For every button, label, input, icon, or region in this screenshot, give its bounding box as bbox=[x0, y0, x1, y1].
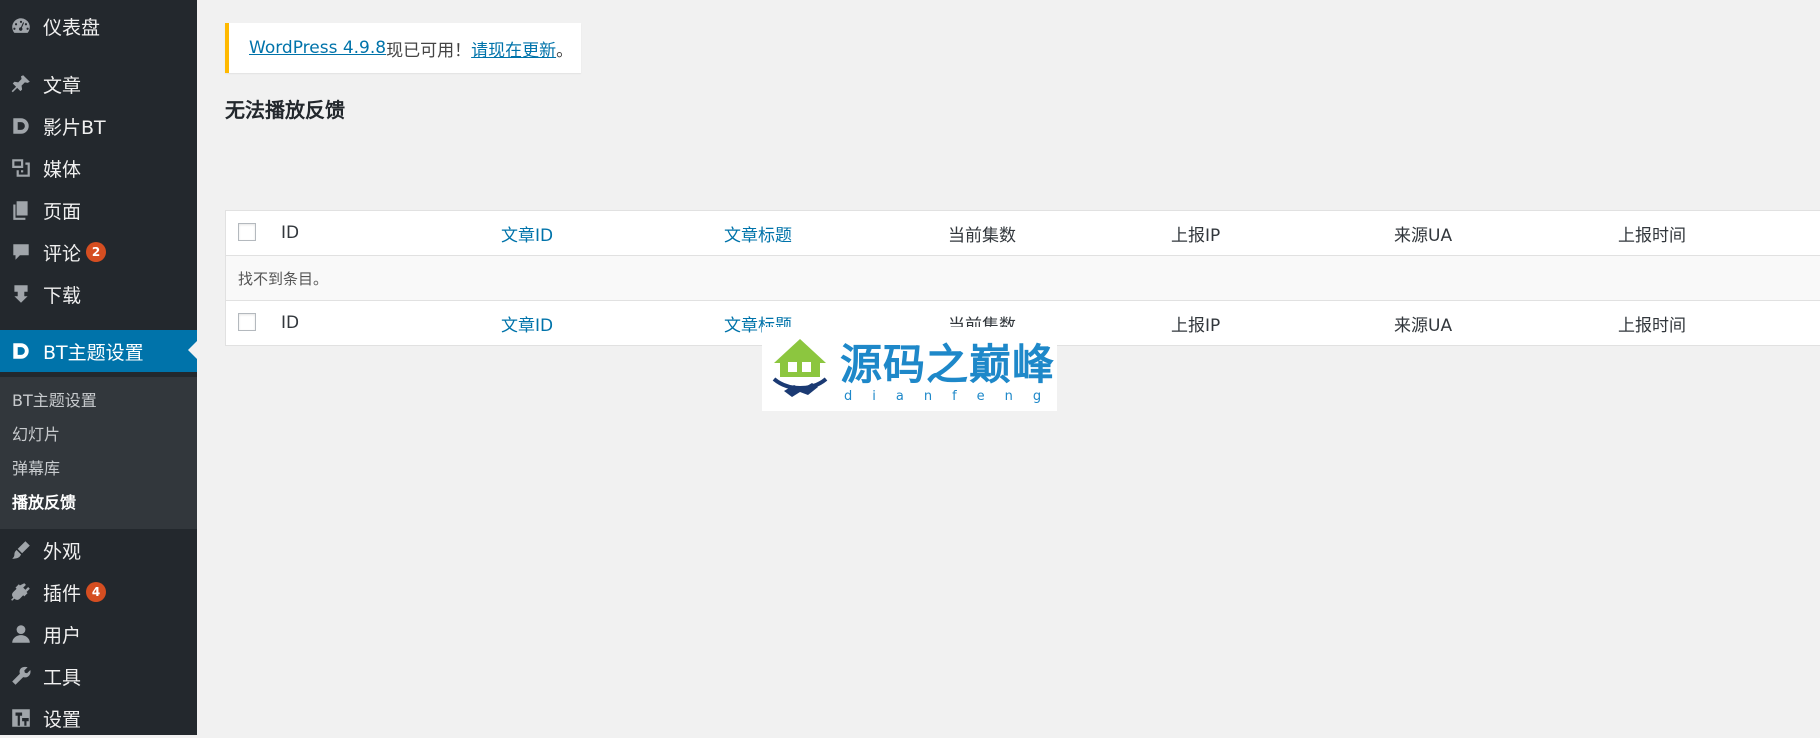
menu-settings[interactable]: 设置 bbox=[0, 698, 197, 738]
settings-icon bbox=[9, 706, 33, 730]
submenu-bt-theme: BT主题设置 幻灯片 弹幕库 播放反馈 bbox=[0, 377, 197, 529]
menu-label: 工具 bbox=[43, 666, 82, 689]
menu-label: 评论 bbox=[43, 242, 82, 265]
submenu-item-bt-theme-settings[interactable]: BT主题设置 bbox=[12, 387, 97, 411]
user-icon bbox=[9, 622, 33, 646]
column-current-episode: 当前集数 bbox=[948, 225, 1016, 246]
pages-icon bbox=[9, 198, 33, 222]
menu-users[interactable]: 用户 bbox=[0, 614, 197, 654]
menu-plugins[interactable]: 插件 4 bbox=[0, 572, 197, 612]
submenu-item-slides[interactable]: 幻灯片 bbox=[12, 421, 60, 445]
column-source-ua: 来源UA bbox=[1394, 225, 1453, 246]
feedback-table: ID 文章ID 文章标题 当前集数 上报IP 来源UA 上报时间 找不到条目。 … bbox=[225, 210, 1820, 346]
column-report-ip: 上报IP bbox=[1171, 225, 1221, 246]
menu-appearance[interactable]: 外观 bbox=[0, 530, 197, 570]
dashboard-icon bbox=[9, 14, 33, 38]
menu-label: 文章 bbox=[43, 74, 82, 97]
empty-row: 找不到条目。 bbox=[226, 256, 1820, 301]
plugin-update-badge: 4 bbox=[86, 582, 107, 602]
column-report-time: 上报时间 bbox=[1618, 315, 1686, 336]
column-source-ua: 来源UA bbox=[1394, 315, 1453, 336]
menu-film-bt[interactable]: 影片BT bbox=[0, 106, 197, 146]
submenu-item-playback-feedback[interactable]: 播放反馈 bbox=[12, 489, 76, 513]
menu-label: 插件 bbox=[43, 582, 82, 605]
menu-pages[interactable]: 页面 bbox=[0, 190, 197, 230]
column-report-time: 上报时间 bbox=[1618, 225, 1686, 246]
pin-icon bbox=[9, 72, 33, 96]
admin-sidebar: 仪表盘 文章 影片BT 媒体 页面 评论 2 下载 BT主题设置 BT主题设置 … bbox=[0, 0, 197, 735]
watermark-title: 源码之巅峰 bbox=[840, 340, 1056, 389]
menu-bt-theme-settings[interactable]: BT主题设置 bbox=[0, 330, 197, 372]
plugin-icon bbox=[9, 580, 33, 604]
menu-comments[interactable]: 评论 2 bbox=[0, 232, 197, 272]
menu-media[interactable]: 媒体 bbox=[0, 148, 197, 188]
page-title: 无法播放反馈 bbox=[225, 98, 345, 122]
watermark-subtitle: dianfeng bbox=[844, 389, 1062, 404]
download-icon bbox=[9, 282, 33, 306]
wrench-icon bbox=[9, 664, 33, 688]
menu-label: 页面 bbox=[43, 200, 82, 223]
wordpress-version-link[interactable]: WordPress 4.9.8 bbox=[249, 38, 386, 58]
d-logo-icon bbox=[9, 114, 33, 138]
column-id: ID bbox=[281, 223, 300, 243]
menu-label: 仪表盘 bbox=[43, 16, 101, 39]
notice-end: 。 bbox=[556, 40, 574, 61]
menu-download[interactable]: 下载 bbox=[0, 274, 197, 314]
menu-label: 影片BT bbox=[43, 116, 106, 139]
update-now-link[interactable]: 请现在更新 bbox=[471, 36, 556, 61]
update-notice: WordPress 4.9.8 现已可用！ 请现在更新 。 bbox=[225, 23, 581, 73]
notice-text: 现已可用！ bbox=[386, 40, 472, 61]
watermark: 源码之巅峰 dianfeng bbox=[762, 327, 1057, 411]
submenu-item-danmaku[interactable]: 弹幕库 bbox=[12, 455, 60, 479]
menu-label: BT主题设置 bbox=[43, 341, 144, 364]
no-items-message: 找不到条目。 bbox=[238, 269, 329, 288]
menu-label: 设置 bbox=[43, 708, 82, 731]
menu-label: 下载 bbox=[43, 284, 82, 307]
select-all-checkbox-footer[interactable] bbox=[238, 313, 256, 331]
d-logo-icon bbox=[9, 339, 33, 363]
column-post-title[interactable]: 文章标题 bbox=[724, 211, 792, 255]
menu-label: 媒体 bbox=[43, 158, 82, 181]
menu-label: 外观 bbox=[43, 540, 82, 563]
column-id: ID bbox=[281, 313, 300, 333]
select-all-checkbox[interactable] bbox=[238, 223, 256, 241]
menu-posts[interactable]: 文章 bbox=[0, 64, 197, 104]
brush-icon bbox=[9, 538, 33, 562]
column-report-ip: 上报IP bbox=[1171, 315, 1221, 336]
comment-count-badge: 2 bbox=[86, 242, 107, 262]
house-handshake-logo-icon bbox=[772, 339, 828, 397]
column-post-id[interactable]: 文章ID bbox=[501, 211, 553, 255]
table-header: ID 文章ID 文章标题 当前集数 上报IP 来源UA 上报时间 bbox=[226, 211, 1820, 256]
comment-icon bbox=[9, 240, 33, 264]
media-icon bbox=[9, 156, 33, 180]
menu-label: 用户 bbox=[43, 624, 82, 647]
menu-dashboard[interactable]: 仪表盘 bbox=[0, 6, 197, 46]
menu-tools[interactable]: 工具 bbox=[0, 656, 197, 696]
column-post-id[interactable]: 文章ID bbox=[501, 301, 553, 345]
